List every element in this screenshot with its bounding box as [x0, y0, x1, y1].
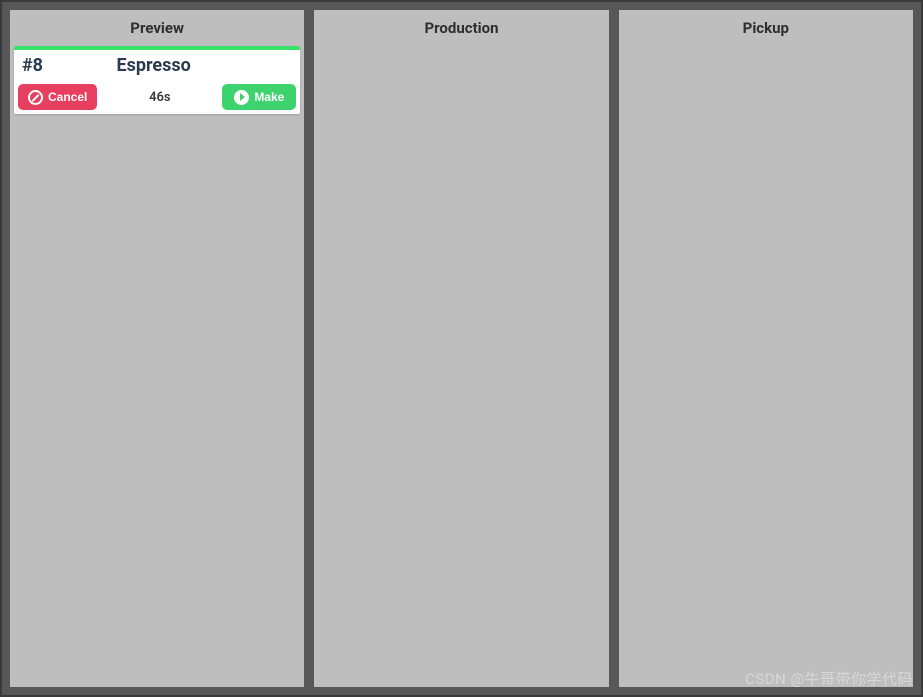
arrow-right-icon [234, 90, 249, 105]
order-card-actions: Cancel 46s Make [14, 80, 300, 114]
column-pickup: Pickup [619, 10, 913, 687]
column-body-pickup [619, 46, 913, 687]
order-id: #8 [22, 55, 43, 76]
cancel-button[interactable]: Cancel [18, 84, 97, 110]
order-card: #8 Espresso Cancel 46s Make [14, 46, 300, 114]
cancel-button-label: Cancel [48, 90, 87, 104]
order-timer: 46s [103, 90, 216, 105]
column-body-preview: #8 Espresso Cancel 46s Make [10, 46, 304, 687]
order-card-header: #8 Espresso [14, 50, 300, 80]
column-body-production [314, 46, 608, 687]
order-name: Espresso [43, 55, 292, 76]
column-header-production: Production [314, 10, 608, 46]
make-button-label: Make [254, 90, 284, 104]
column-preview: Preview #8 Espresso Cancel 46s [10, 10, 304, 687]
column-production: Production [314, 10, 608, 687]
column-header-pickup: Pickup [619, 10, 913, 46]
column-header-preview: Preview [10, 10, 304, 46]
kanban-board: Preview #8 Espresso Cancel 46s [0, 0, 923, 697]
cancel-icon [28, 90, 43, 105]
make-button[interactable]: Make [222, 84, 296, 110]
